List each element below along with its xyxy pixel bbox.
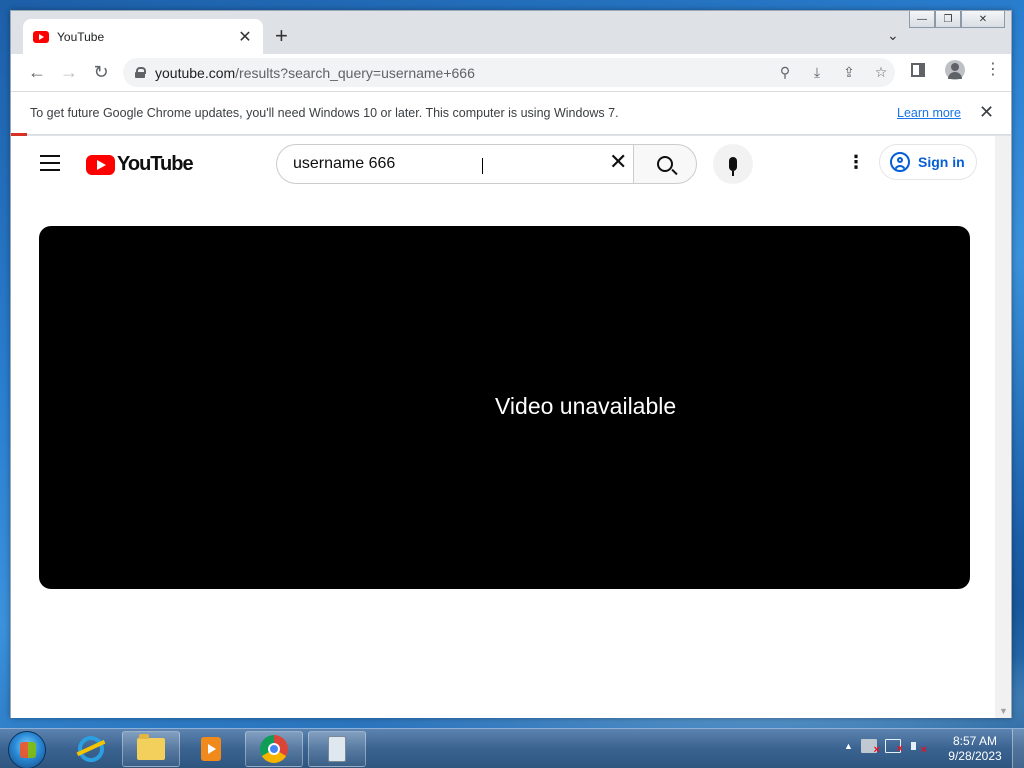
url-host: youtube.com <box>155 64 236 81</box>
tab-search-chevron-icon[interactable]: ⌄ <box>887 27 899 44</box>
title-bar: YouTube ✕ + ⌄ — ❐ ✕ <box>11 11 1011 54</box>
lock-icon[interactable] <box>135 67 146 78</box>
internet-explorer-icon <box>78 736 104 762</box>
taskbar-media-player[interactable] <box>182 731 240 767</box>
search-icon <box>657 156 673 172</box>
start-button[interactable] <box>8 731 46 768</box>
player-error-message: Video unavailable <box>495 393 677 419</box>
chrome-menu-icon[interactable]: ⋮ <box>985 62 1001 78</box>
youtube-logo-text: YouTube <box>117 153 194 175</box>
youtube-header: YouTube username 666 ✕ ⋮ Sign in <box>11 136 995 192</box>
install-app-icon[interactable]: ⤓ <box>807 62 827 82</box>
windows-taskbar: ▲ 8:57 AM 9/28/2023 <box>0 728 1024 768</box>
ibeam-cursor <box>482 158 484 176</box>
taskbar-internet-explorer[interactable] <box>62 731 120 767</box>
voice-search-button[interactable] <box>713 144 753 184</box>
tab-youtube[interactable]: YouTube ✕ <box>23 19 263 54</box>
infobar-close-icon[interactable]: ✕ <box>979 102 994 123</box>
url-path: /results?search_query=username+666 <box>235 64 475 81</box>
media-player-icon <box>201 737 221 761</box>
taskbar-clock[interactable]: 8:57 AM 9/28/2023 <box>940 734 1010 764</box>
system-tray: ▲ <box>844 739 927 757</box>
sign-in-label: Sign in <box>918 154 965 170</box>
youtube-logo[interactable]: YouTube <box>86 153 194 176</box>
tab-close-icon[interactable]: ✕ <box>237 27 253 47</box>
window-controls: — ❐ ✕ <box>909 11 1005 28</box>
scroll-down-arrow-icon[interactable]: ▼ <box>999 706 1008 716</box>
show-hidden-icons-icon[interactable]: ▲ <box>844 741 853 751</box>
volume-muted-icon[interactable] <box>909 739 927 757</box>
sign-in-button[interactable]: Sign in <box>879 144 977 180</box>
page-scrollbar[interactable]: ▼ <box>995 136 1011 718</box>
settings-more-icon[interactable]: ⋮ <box>847 152 865 172</box>
bookmark-star-icon[interactable]: ☆ <box>871 62 891 82</box>
back-button[interactable]: ← <box>21 57 53 89</box>
action-center-flag-icon[interactable] <box>860 739 880 757</box>
update-infobar: To get future Google Chrome updates, you… <box>11 91 1011 135</box>
learn-more-link[interactable]: Learn more <box>897 106 961 120</box>
share-icon[interactable]: ⇪ <box>839 62 859 82</box>
guide-menu-icon[interactable] <box>40 155 60 171</box>
omnibox-actions: ⚲ ⤓ ⇪ ☆ <box>775 62 891 82</box>
youtube-page: YouTube username 666 ✕ ⋮ Sign in Video u… <box>11 136 995 718</box>
reload-button[interactable]: ↻ <box>85 57 117 89</box>
profile-avatar-icon[interactable] <box>945 60 965 80</box>
taskbar-windows-explorer[interactable] <box>122 731 180 767</box>
clock-time: 8:57 AM <box>952 734 998 748</box>
clock-date: 9/28/2023 <box>948 749 1002 763</box>
chrome-icon <box>260 735 288 763</box>
taskbar-device[interactable] <box>308 731 366 767</box>
video-player[interactable]: Video unavailable <box>39 226 970 589</box>
clear-search-icon[interactable]: ✕ <box>609 151 627 173</box>
maximize-button[interactable]: ❐ <box>935 11 961 28</box>
folder-icon <box>137 734 165 760</box>
search-button[interactable] <box>633 144 697 184</box>
address-bar[interactable]: youtube.com /results?search_query=userna… <box>123 58 895 87</box>
taskbar-google-chrome[interactable] <box>245 731 303 767</box>
chrome-window: YouTube ✕ + ⌄ — ❐ ✕ ← → ↻ youtube.com /r… <box>10 10 1012 718</box>
network-icon[interactable] <box>884 739 903 756</box>
side-panel-icon[interactable] <box>911 63 925 77</box>
youtube-favicon-icon <box>33 30 49 43</box>
tab-title: YouTube <box>57 29 105 44</box>
search-query: username 666 <box>293 155 396 172</box>
device-icon <box>328 736 346 762</box>
forward-button[interactable]: → <box>53 57 85 89</box>
account-circle-icon <box>890 152 910 172</box>
toolbar-right-icons: ⋮ <box>911 60 1001 80</box>
zoom-search-icon[interactable]: ⚲ <box>775 62 795 82</box>
browser-toolbar: ← → ↻ youtube.com /results?search_query=… <box>11 54 1011 91</box>
show-desktop-button[interactable] <box>1012 729 1024 768</box>
youtube-play-logo-icon <box>86 154 115 175</box>
microphone-icon <box>729 157 737 176</box>
minimize-button[interactable]: — <box>909 11 935 28</box>
new-tab-button[interactable]: + <box>275 25 288 47</box>
close-window-button[interactable]: ✕ <box>961 11 1005 28</box>
infobar-message: To get future Google Chrome updates, you… <box>30 106 619 120</box>
search-input[interactable]: username 666 <box>276 144 634 184</box>
